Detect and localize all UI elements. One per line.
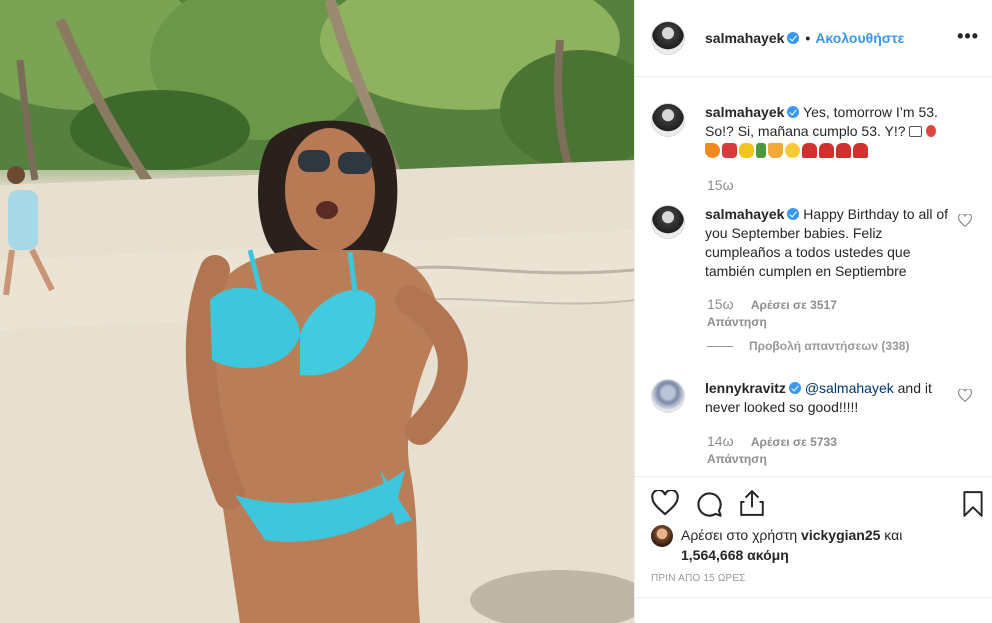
verified-badge-icon <box>787 106 800 118</box>
likes-middle: και <box>880 527 903 543</box>
more-options-icon[interactable]: ••• <box>957 27 979 45</box>
balloon-icon <box>926 125 937 137</box>
follow-button[interactable]: Ακολουθήστε <box>815 30 904 46</box>
comment-item: lennykravitz @salmahayek and it never lo… <box>651 379 981 417</box>
likes-summary: Αρέσει στο χρήστη vickygian25 και 1,564,… <box>651 525 902 565</box>
verified-badge-icon <box>788 382 801 394</box>
caption: salmahayek Yes, tomorrow I’m 53. So!? Si… <box>651 103 981 158</box>
comment-avatar[interactable] <box>651 379 685 413</box>
comment-meta: 15ω Αρέσει σε 3517 Απάντηση <box>707 296 927 329</box>
caption-username[interactable]: salmahayek <box>705 104 784 120</box>
comment-time[interactable]: 14ω <box>707 433 734 449</box>
likes-prefix: Αρέσει στο χρήστη <box>681 527 802 543</box>
post-photo[interactable] <box>0 0 634 623</box>
like-comment-icon[interactable] <box>958 214 972 227</box>
author-avatar[interactable] <box>651 21 685 55</box>
reply-button[interactable]: Απάντηση <box>707 452 767 466</box>
bikini-icon <box>722 143 737 158</box>
like-comment-icon[interactable] <box>958 389 972 402</box>
comment-item: salmahayek Happy Birthday to all of you … <box>651 205 981 281</box>
dancer-icon <box>802 143 817 158</box>
verified-badge-icon <box>787 32 800 44</box>
comment-username[interactable]: lennykravitz <box>705 380 786 396</box>
verified-badge-icon <box>787 208 800 220</box>
post-header: salmahayek • Ακολουθήστε ••• <box>635 0 992 77</box>
caption-avatar[interactable] <box>651 103 685 137</box>
comment-likes-count[interactable]: Αρέσει σε 3517 <box>751 298 837 312</box>
share-icon[interactable] <box>739 489 765 517</box>
dancer-icon <box>836 143 851 158</box>
dancer-icon <box>819 143 834 158</box>
comment-username[interactable]: salmahayek <box>705 206 784 222</box>
comment-likes-count[interactable]: Αρέσει σε 5733 <box>751 435 837 449</box>
like-icon[interactable] <box>651 490 679 516</box>
post-actions-bar <box>635 476 992 530</box>
sunglasses-face-icon <box>785 143 800 158</box>
caption-meta: 15ω <box>707 177 734 193</box>
dancer-icon <box>853 143 868 158</box>
beach-photo-image <box>0 0 634 623</box>
replies-divider <box>707 345 733 347</box>
add-comment-area[interactable] <box>635 597 992 623</box>
corn-icon <box>739 143 754 158</box>
mention-link[interactable]: @salmahayek <box>805 380 894 396</box>
liker-avatar[interactable] <box>651 525 673 547</box>
comment-icon[interactable] <box>695 490 723 518</box>
bottle-icon <box>756 143 766 158</box>
comment-avatar[interactable] <box>651 205 685 239</box>
liker-username[interactable]: vickygian25 <box>801 527 880 543</box>
likes-count-button[interactable]: 1,564,668 ακόμη <box>681 547 789 563</box>
drink-icon <box>768 143 783 158</box>
author-username[interactable]: salmahayek <box>705 30 784 46</box>
caption-emoji-row <box>705 143 950 158</box>
carrot-icon <box>705 143 720 158</box>
comment-time[interactable]: 15ω <box>707 296 734 312</box>
view-replies-button[interactable]: Προβολή απαντήσεων (338) <box>707 339 909 353</box>
comment-meta: 14ω Αρέσει σε 5733 Απάντηση <box>707 433 927 466</box>
reply-button[interactable]: Απάντηση <box>707 315 767 329</box>
caption-time[interactable]: 15ω <box>707 177 734 193</box>
cake-icon <box>909 126 923 137</box>
separator-dot: • <box>805 30 811 46</box>
post-side-panel: salmahayek • Ακολουθήστε ••• salmahayek … <box>634 0 992 623</box>
post-timestamp[interactable]: ΠΡΙΝ ΑΠΟ 15 ΩΡΕΣ <box>651 573 746 584</box>
save-bookmark-icon[interactable] <box>961 490 985 518</box>
view-replies-label: Προβολή απαντήσεων (338) <box>749 339 910 353</box>
